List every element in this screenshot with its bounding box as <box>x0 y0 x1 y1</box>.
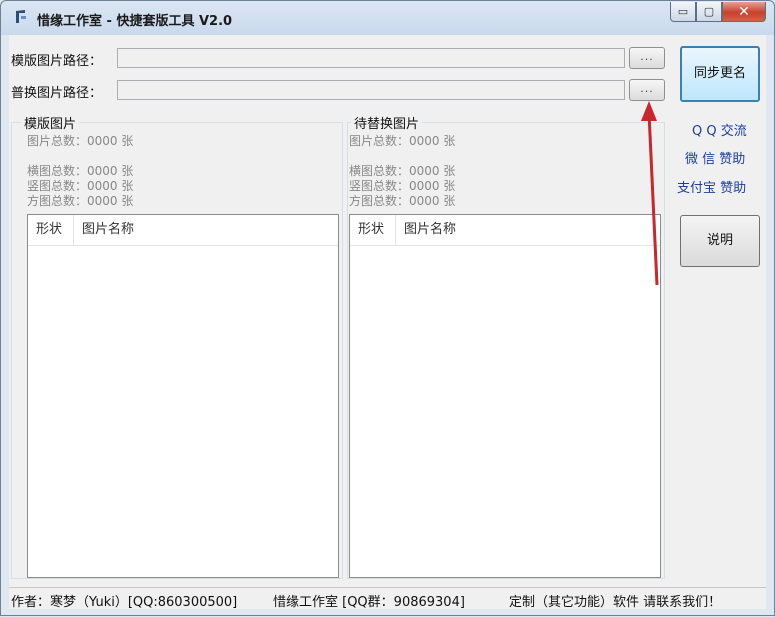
replace-list-header: 形状 图片名称 <box>350 215 660 246</box>
app-logo-icon <box>16 10 26 23</box>
template-total-count: 图片总数：0000 张 <box>27 134 134 148</box>
template-group-title: 模版图片 <box>21 113 80 132</box>
replace-column-shape[interactable]: 形状 <box>350 215 396 245</box>
replace-square-count: 方图总数：0000 张 <box>349 194 456 208</box>
wechat-donate-link[interactable]: 微 信 赞助 <box>685 148 745 167</box>
template-horizontal-count: 横图总数：0000 张 <box>27 164 134 178</box>
replace-group-title: 待替换图片 <box>351 113 423 132</box>
template-path-input[interactable] <box>117 48 625 68</box>
template-column-shape[interactable]: 形状 <box>28 215 74 245</box>
replace-image-list[interactable]: 形状 图片名称 <box>349 214 661 578</box>
template-column-name[interactable]: 图片名称 <box>74 215 338 245</box>
title-bar[interactable]: 惜缘工作室 - 快捷套版工具 V2.0 ▭ ▢ ✕ <box>1 1 774 35</box>
minimize-button[interactable]: ▭ <box>670 2 696 22</box>
template-square-count: 方图总数：0000 张 <box>27 194 134 208</box>
maximize-button[interactable]: ▢ <box>696 2 722 22</box>
sync-rename-button[interactable]: 同步更名 <box>680 46 760 102</box>
replace-vertical-count: 竖图总数：0000 张 <box>349 179 456 193</box>
client-area: 模版图片路径： ... 普换图片路径： ... 同步更名 Q Q 交流 微 信 … <box>9 35 766 610</box>
window-title: 惜缘工作室 - 快捷套版工具 V2.0 <box>37 14 233 29</box>
status-custom-contact: 定制（其它功能）软件 请联系我们！ <box>509 595 722 610</box>
replace-horizontal-count: 横图总数：0000 张 <box>349 164 456 178</box>
status-bar: 作者：寒梦（Yuki）[QQ:860300500] 惜缘工作室 [QQ群：908… <box>9 587 766 610</box>
minimize-icon: ▭ <box>677 5 689 18</box>
replace-path-input[interactable] <box>117 80 625 100</box>
caption-buttons: ▭ ▢ ✕ <box>670 2 766 24</box>
replace-total-count: 图片总数：0000 张 <box>349 134 456 148</box>
template-path-label: 模版图片路径： <box>11 54 103 69</box>
template-browse-button[interactable]: ... <box>629 47 665 69</box>
close-button[interactable]: ✕ <box>722 2 766 22</box>
close-icon: ✕ <box>738 3 750 20</box>
maximize-icon: ▢ <box>703 5 715 18</box>
template-list-header: 形状 图片名称 <box>28 215 338 246</box>
template-vertical-count: 竖图总数：0000 张 <box>27 179 134 193</box>
help-button[interactable]: 说明 <box>680 215 760 267</box>
qq-chat-link[interactable]: Q Q 交流 <box>692 120 747 139</box>
replace-browse-button[interactable]: ... <box>629 79 665 101</box>
status-studio: 惜缘工作室 [QQ群：90869304] <box>273 595 465 610</box>
template-image-list[interactable]: 形状 图片名称 <box>27 214 339 578</box>
alipay-donate-link[interactable]: 支付宝 赞助 <box>677 177 746 196</box>
app-window: 惜缘工作室 - 快捷套版工具 V2.0 ▭ ▢ ✕ 模版图片路径： ... 普换… <box>0 0 775 616</box>
status-author: 作者：寒梦（Yuki）[QQ:860300500] <box>11 595 238 610</box>
replace-column-name[interactable]: 图片名称 <box>396 215 660 245</box>
replace-path-label: 普换图片路径： <box>11 86 103 101</box>
